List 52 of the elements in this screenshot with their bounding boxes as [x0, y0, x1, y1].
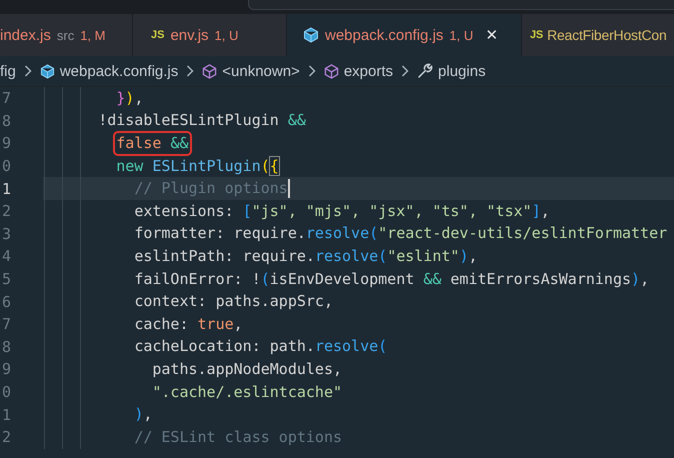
js-file-icon: JS: [530, 29, 544, 41]
chevron-icon: [186, 65, 194, 77]
code-line: false &&: [116, 134, 188, 153]
line-number: 7: [1, 315, 12, 334]
code-line: new ESLintPlugin({: [116, 156, 279, 176]
editor-tab[interactable]: index.js src 1, M: [0, 14, 133, 56]
line-number: 1: [1, 180, 12, 198]
text-cursor: [288, 179, 290, 198]
chevron-icon: [401, 65, 410, 77]
code-line: cacheLocation: path.resolve(: [134, 337, 388, 356]
line-number: 1: [1, 406, 12, 424]
line-number: 3: [1, 224, 12, 243]
close-button[interactable]: ✕: [485, 26, 498, 44]
cube-icon: [40, 64, 55, 78]
code-line: extensions: ["js", "mjs", "jsx", "ts", "tsx"],: [134, 202, 550, 221]
code-line: ".cache/.eslintcache": [152, 382, 342, 402]
breadcrumb-item[interactable]: plugins: [438, 62, 486, 80]
code-line: context: paths.appSrc,: [134, 292, 333, 312]
code-line: // Plugin options: [134, 179, 288, 198]
chevron-icon: [24, 65, 32, 77]
line-number: 2: [1, 428, 12, 446]
line-number: 8: [1, 338, 12, 356]
code-line: paths.appNodeModules,: [152, 360, 342, 379]
js-file-icon: JS: [151, 29, 164, 41]
line-number: 0: [1, 383, 12, 402]
code-line: !disableESLintPlugin &&: [98, 111, 306, 130]
breadcrumb-item[interactable]: fig: [0, 62, 16, 80]
line-number: 9: [1, 360, 12, 378]
code-line: ),: [134, 405, 152, 424]
code-line: }),: [116, 88, 144, 108]
cube-outline-icon: [324, 64, 339, 78]
code-line: // ESLint class options: [134, 428, 342, 447]
breadcrumb-item[interactable]: webpack.config.js: [60, 62, 178, 80]
wrench-icon: [417, 63, 434, 79]
cube-outline-icon: [202, 64, 218, 78]
code-line: eslintPath: require.resolve("eslint"),: [134, 246, 478, 266]
cube-icon: [303, 27, 319, 43]
breadcrumb-item[interactable]: exports: [344, 62, 394, 80]
line-number: 0: [1, 157, 12, 176]
code-line: formatter: require.resolve("react-dev-utils/eslintFormatter: [134, 224, 668, 244]
breadcrumb-item[interactable]: <unknown>: [222, 62, 300, 80]
code-line: failOnError: !(isEnvDevelopment && emitErrorsAsWarnings),: [134, 270, 650, 289]
editor-tab[interactable]: webpack.config.js 1, U ✕: [287, 14, 522, 56]
code-line: cache: true,: [134, 314, 243, 334]
line-number: 8: [1, 112, 12, 130]
line-number: 4: [1, 247, 12, 266]
line-number: 2: [1, 202, 12, 220]
chevron-icon: [308, 65, 316, 77]
line-number: 7: [1, 89, 12, 108]
line-number: 5: [1, 270, 12, 288]
line-number: 6: [1, 292, 12, 311]
line-number: 9: [1, 134, 12, 152]
